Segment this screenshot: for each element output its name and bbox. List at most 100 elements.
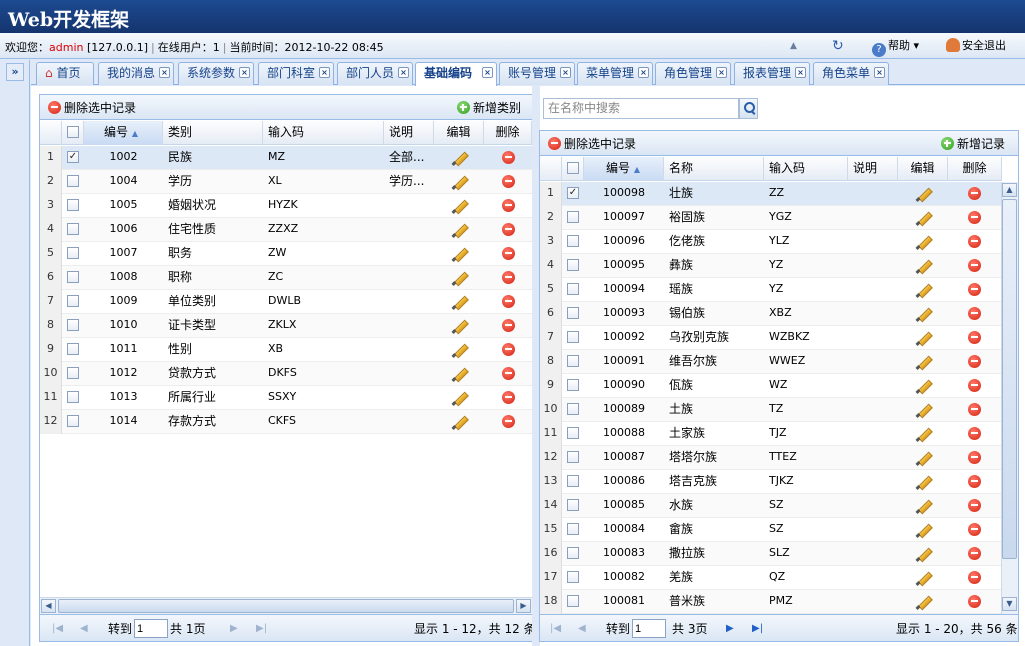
scroll-thumb[interactable] — [58, 599, 514, 613]
col-category-header[interactable]: 类别 — [163, 121, 263, 145]
table-row[interactable]: 4 1006 住宅性质 ZZXZ — [40, 218, 532, 242]
table-row[interactable]: 7 100092 乌孜别克族 WZBKZ — [540, 326, 1001, 350]
delete-selected-categories-button[interactable]: 删除选中记录 — [48, 100, 136, 116]
delete-icon[interactable] — [968, 187, 981, 200]
add-record-button[interactable]: 新增记录 — [941, 136, 1005, 152]
add-category-button[interactable]: 新增类别 — [457, 100, 521, 116]
delete-icon[interactable] — [502, 199, 515, 212]
edit-pencil-icon[interactable] — [452, 270, 468, 286]
close-icon[interactable]: × — [795, 67, 806, 78]
row-checkbox[interactable] — [567, 283, 579, 295]
col-input-code-header[interactable]: 输入码 — [263, 121, 384, 145]
edit-pencil-icon[interactable] — [916, 306, 932, 322]
edit-pencil-icon[interactable] — [916, 330, 932, 346]
delete-icon[interactable] — [968, 259, 981, 272]
col-input-code-header[interactable]: 输入码 — [764, 157, 848, 181]
row-checkbox[interactable] — [567, 547, 579, 559]
scroll-thumb[interactable] — [1002, 199, 1017, 559]
delete-icon[interactable] — [968, 571, 981, 584]
edit-pencil-icon[interactable] — [916, 354, 932, 370]
row-checkbox[interactable] — [567, 379, 579, 391]
delete-icon[interactable] — [968, 379, 981, 392]
close-icon[interactable]: × — [398, 67, 409, 78]
edit-pencil-icon[interactable] — [452, 294, 468, 310]
edit-pencil-icon[interactable] — [916, 546, 932, 562]
row-checkbox[interactable]: ✓ — [567, 187, 579, 199]
delete-icon[interactable] — [968, 283, 981, 296]
delete-icon[interactable] — [968, 595, 981, 608]
table-row[interactable]: 2 100097 裕固族 YGZ — [540, 206, 1001, 230]
page-number-input[interactable] — [632, 619, 666, 638]
row-checkbox[interactable] — [567, 211, 579, 223]
collapse-up-icon[interactable]: ▲ — [790, 37, 797, 55]
table-row[interactable]: 9 1011 性别 XB — [40, 338, 532, 362]
delete-icon[interactable] — [968, 211, 981, 224]
select-all-checkbox[interactable] — [67, 126, 79, 138]
col-id-header[interactable]: 编号 ▲ — [84, 121, 163, 145]
row-checkbox[interactable] — [67, 247, 79, 259]
edit-pencil-icon[interactable] — [452, 174, 468, 190]
table-row[interactable]: 1 ✓ 1002 民族 MZ 全部... — [40, 146, 532, 170]
table-row[interactable]: 11 1013 所属行业 SSXY — [40, 386, 532, 410]
delete-icon[interactable] — [968, 451, 981, 464]
search-input[interactable]: 在名称中搜索 — [543, 98, 739, 119]
row-checkbox[interactable] — [567, 499, 579, 511]
col-id-header[interactable]: 编号 ▲ — [584, 157, 664, 181]
close-icon[interactable]: × — [482, 67, 493, 78]
delete-icon[interactable] — [968, 307, 981, 320]
table-row[interactable]: 10 1012 贷款方式 DKFS — [40, 362, 532, 386]
select-all-header[interactable] — [62, 121, 84, 145]
table-row[interactable]: 18 100081 普米族 PMZ — [540, 590, 1001, 614]
edit-pencil-icon[interactable] — [452, 246, 468, 262]
table-row[interactable]: 1 ✓ 100098 壮族 ZZ — [540, 182, 1001, 206]
delete-icon[interactable] — [502, 175, 515, 188]
horizontal-scrollbar[interactable]: ◀ ▶ — [40, 597, 532, 614]
row-checkbox[interactable] — [67, 271, 79, 283]
edit-pencil-icon[interactable] — [916, 498, 932, 514]
table-row[interactable]: 13 100086 塔吉克族 TJKZ — [540, 470, 1001, 494]
expand-sidebar-button[interactable]: » — [6, 63, 24, 81]
edit-pencil-icon[interactable] — [916, 474, 932, 490]
row-checkbox[interactable] — [67, 199, 79, 211]
edit-pencil-icon[interactable] — [452, 390, 468, 406]
scroll-left-icon[interactable]: ◀ — [41, 599, 56, 613]
edit-pencil-icon[interactable] — [916, 258, 932, 274]
table-row[interactable]: 17 100082 羌族 QZ — [540, 566, 1001, 590]
edit-pencil-icon[interactable] — [452, 414, 468, 430]
row-checkbox[interactable] — [567, 571, 579, 583]
edit-pencil-icon[interactable] — [916, 234, 932, 250]
prev-page-icon[interactable]: ◀ — [80, 621, 88, 637]
table-row[interactable]: 5 1007 职务 ZW — [40, 242, 532, 266]
edit-pencil-icon[interactable] — [452, 222, 468, 238]
row-checkbox[interactable]: ✓ — [67, 151, 79, 163]
tab-base-codes[interactable]: 基础编码 × — [415, 62, 497, 86]
table-row[interactable]: 6 1008 职称 ZC — [40, 266, 532, 290]
row-checkbox[interactable] — [67, 175, 79, 187]
edit-pencil-icon[interactable] — [916, 210, 932, 226]
col-description-header[interactable]: 说明 — [848, 157, 898, 181]
edit-pencil-icon[interactable] — [916, 378, 932, 394]
edit-pencil-icon[interactable] — [916, 402, 932, 418]
tab-role-menus[interactable]: 角色菜单 × — [813, 62, 889, 85]
table-row[interactable]: 3 100096 仡佬族 YLZ — [540, 230, 1001, 254]
refresh-icon[interactable]: ↻ — [832, 37, 844, 55]
row-checkbox[interactable] — [567, 331, 579, 343]
delete-selected-records-button[interactable]: 删除选中记录 — [548, 136, 636, 152]
row-checkbox[interactable] — [67, 415, 79, 427]
delete-icon[interactable] — [502, 151, 515, 164]
row-checkbox[interactable] — [567, 307, 579, 319]
row-checkbox[interactable] — [67, 295, 79, 307]
delete-icon[interactable] — [968, 547, 981, 560]
delete-icon[interactable] — [968, 235, 981, 248]
table-row[interactable]: 14 100085 水族 SZ — [540, 494, 1001, 518]
tab-reports[interactable]: 报表管理 × — [734, 62, 810, 85]
delete-icon[interactable] — [968, 427, 981, 440]
delete-icon[interactable] — [968, 475, 981, 488]
row-checkbox[interactable] — [567, 355, 579, 367]
logout-button[interactable]: 安全退出 — [946, 37, 1006, 55]
delete-icon[interactable] — [502, 319, 515, 332]
tab-system-params[interactable]: 系统参数 × — [178, 62, 254, 85]
row-checkbox[interactable] — [567, 235, 579, 247]
table-row[interactable]: 6 100093 锡伯族 XBZ — [540, 302, 1001, 326]
table-row[interactable]: 11 100088 土家族 TJZ — [540, 422, 1001, 446]
